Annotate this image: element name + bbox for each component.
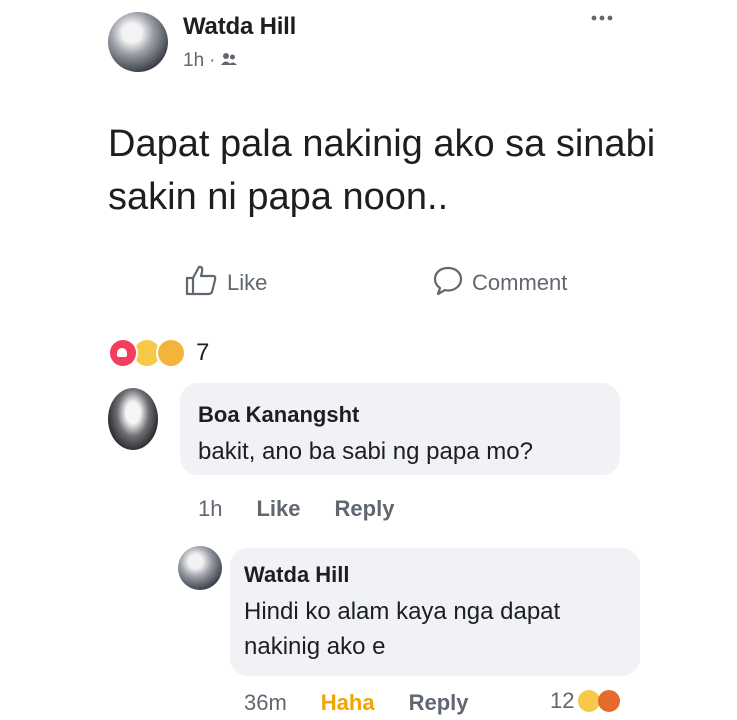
reply-author-name[interactable]: Watda Hill [244,562,350,588]
like-button[interactable]: Like [185,264,267,302]
reply-text: Hindi ko alam kaya nga dapat nakinig ako… [244,598,561,660]
reply-reaction-count: 12 [550,688,575,713]
comment-time[interactable]: 1h [198,496,222,522]
post-time[interactable]: 1h [183,50,204,72]
reply-reply-button[interactable]: Reply [409,690,469,716]
reply-reaction-summary[interactable]: 12 [550,688,621,714]
reaction-summary[interactable]: 7 [108,338,209,368]
post-author-name[interactable]: Watda Hill [183,13,296,41]
like-icon [185,264,219,302]
angry-reaction-icon [598,690,621,712]
more-options-icon[interactable] [590,5,614,25]
friends-icon [220,50,238,72]
care-reaction-icon [156,338,186,368]
love-reaction-icon [108,338,138,368]
comment-reply-button[interactable]: Reply [335,496,395,522]
post-meta: 1h · [183,50,238,72]
post-text: Dapat pala nakinig ako sa sinabi sakin n… [108,123,656,218]
reaction-count: 7 [196,339,210,366]
reply-haha-button[interactable]: Haha [321,690,375,716]
commenter-name[interactable]: Boa Kanangsht [198,402,359,428]
reply-author-avatar[interactable] [178,546,222,590]
like-label: Like [227,270,268,295]
commenter-avatar[interactable] [108,388,158,450]
comment-like-button[interactable]: Like [256,496,300,522]
post-author-avatar[interactable] [108,12,168,72]
haha-reaction-icon [578,690,601,712]
comment-button[interactable]: Comment [432,264,567,302]
comment-label: Comment [472,270,568,295]
comment-text: bakit, ano ba sabi ng papa mo? [198,438,533,465]
comment-icon [432,264,464,302]
reply-time[interactable]: 36m [244,690,287,716]
meta-separator: · [209,50,216,71]
comment-actions: 1h Like Reply [198,496,428,522]
reply-actions: 36m Haha Reply [244,690,503,716]
